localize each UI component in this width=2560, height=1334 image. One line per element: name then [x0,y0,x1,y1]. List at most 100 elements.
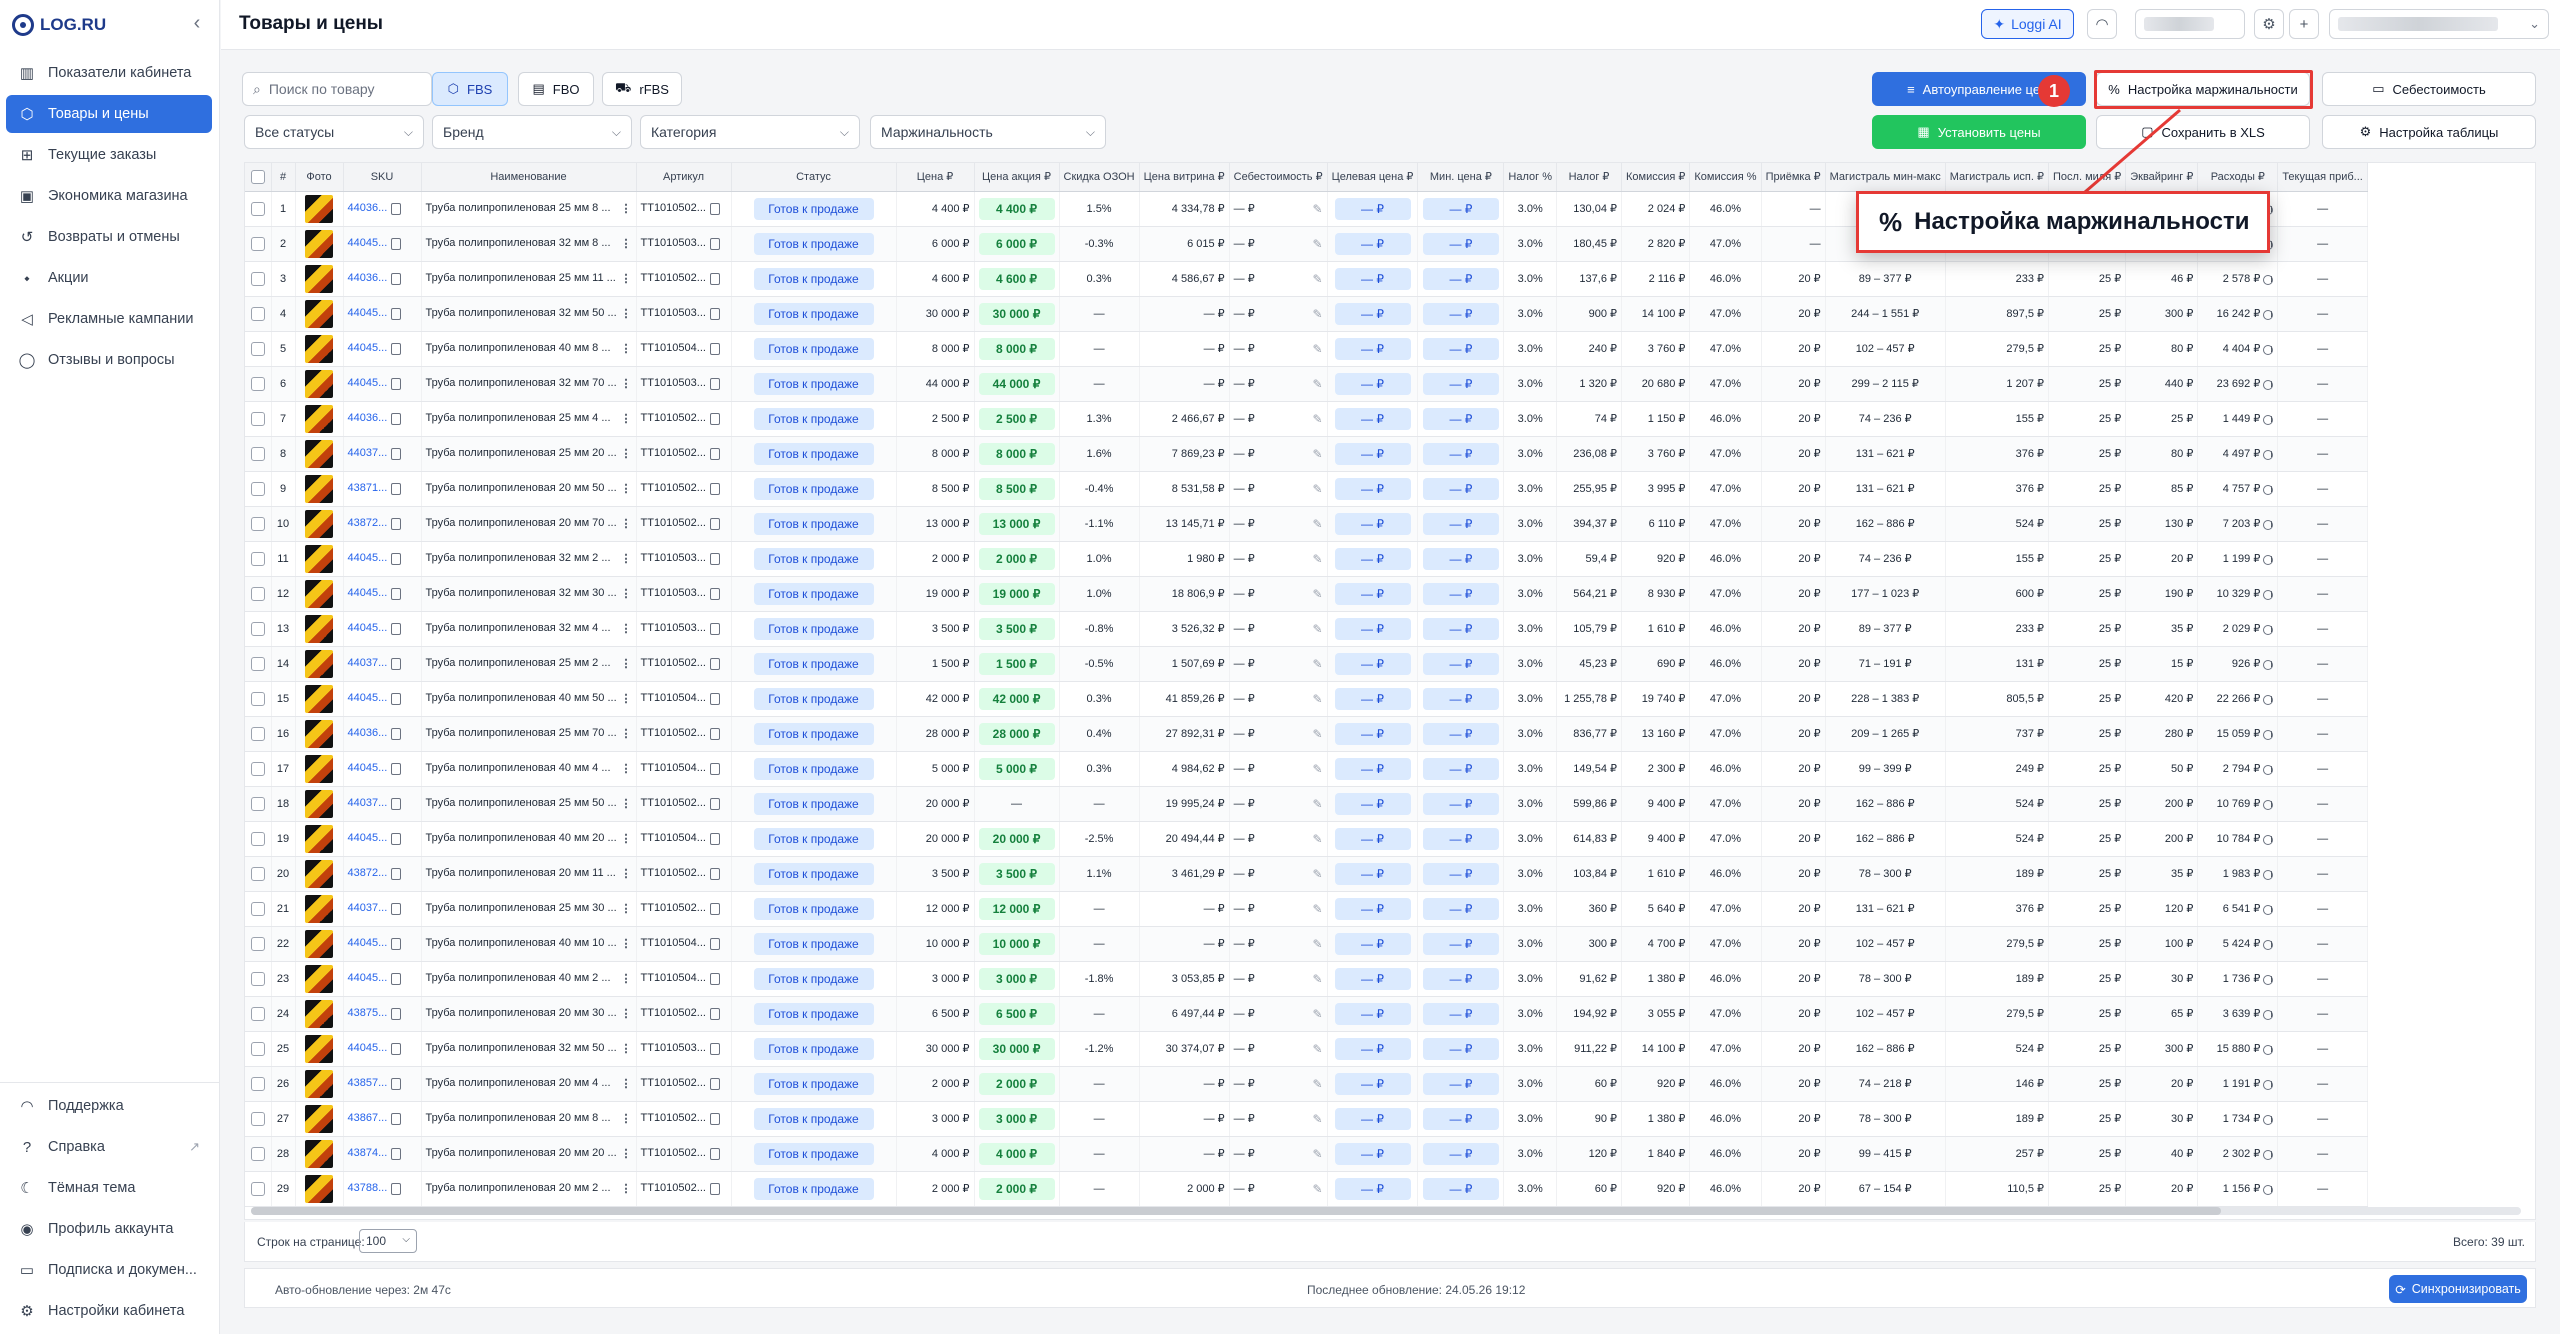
row-checkbox[interactable] [250,411,265,426]
copy-icon[interactable] [709,902,720,915]
product-photo[interactable] [305,264,333,293]
cost-button[interactable]: ▭ Себестоимость [2322,72,2536,106]
scheme-fbo-button[interactable]: ▤ FBO [518,72,594,106]
sidebar-item-0[interactable]: ▥ Показатели кабинета [6,54,212,92]
sidebar-item-103[interactable]: ◉ Профиль аккаунта [6,1210,212,1248]
copy-icon[interactable] [709,202,720,215]
product-photo[interactable] [305,404,333,433]
sync-button[interactable]: ⟳ Синхронизировать [2389,1275,2527,1303]
search-input[interactable] [268,81,419,97]
column-header[interactable]: Налог % [1503,163,1557,192]
row-checkbox[interactable] [250,761,265,776]
info-icon[interactable]: i [2263,835,2274,845]
copy-icon[interactable] [391,587,402,600]
set-prices-button[interactable]: ▦ Установить цены [1872,115,2086,149]
column-header[interactable]: Скидка ОЗОН [1059,163,1140,192]
promo-price[interactable]: 4 000 ₽ [978,1142,1055,1165]
logo[interactable]: LOG.RU [12,12,106,38]
column-header[interactable]: Текущая приб... [2277,163,2368,192]
edit-icon[interactable]: ✎ [1313,1182,1323,1196]
status-badge[interactable]: Готов к продаже [753,722,874,745]
product-photo[interactable] [305,509,333,538]
row-checkbox[interactable] [250,271,265,286]
horizontal-scrollbar[interactable] [251,1207,2521,1215]
sidebar-item-7[interactable]: ◯ Отзывы и вопросы [6,341,212,379]
row-checkbox[interactable] [250,516,265,531]
sku-link[interactable]: 44037... [348,657,388,669]
product-photo[interactable] [305,999,333,1028]
row-select-cell[interactable] [245,681,272,717]
sku-link[interactable]: 43872... [348,867,388,879]
target-price-input[interactable]: — ₽ [1334,372,1411,395]
target-price-input[interactable]: — ₽ [1334,232,1411,255]
status-badge[interactable]: Готов к продаже [753,302,874,325]
row-select-cell[interactable] [245,576,272,612]
copy-icon[interactable] [709,727,720,740]
rows-per-page-select[interactable]: 100 ⌵ [359,1229,417,1253]
product-photo[interactable] [305,649,333,678]
info-icon[interactable]: i [2263,1045,2274,1055]
copy-icon[interactable] [709,272,720,285]
target-price-input[interactable]: — ₽ [1334,547,1411,570]
sku-link[interactable]: 44045... [348,342,388,354]
target-price-input[interactable]: — ₽ [1334,1072,1411,1095]
headset-icon[interactable]: ◠ [2087,9,2117,39]
more-icon[interactable]: ⋮ [621,692,632,705]
product-photo[interactable] [305,789,333,818]
table-row[interactable]: 29 43788... Труба полипропиленовая 20 мм 2… [245,1171,2368,1207]
edit-icon[interactable]: ✎ [1313,237,1323,251]
target-price-input[interactable]: — ₽ [1334,582,1411,605]
row-checkbox[interactable] [250,726,265,741]
copy-icon[interactable] [391,1077,402,1090]
status-filter[interactable]: Все статусы ⌵ [244,115,424,149]
row-select-cell[interactable] [245,611,272,647]
status-badge[interactable]: Готов к продаже [753,617,874,640]
sku-link[interactable]: 44045... [348,972,388,984]
min-price-input[interactable]: — ₽ [1422,967,1499,990]
promo-price[interactable]: 2 500 ₽ [978,407,1055,430]
copy-icon[interactable] [709,1077,720,1090]
more-icon[interactable]: ⋮ [621,272,632,285]
copy-icon[interactable] [391,412,402,425]
row-select-cell[interactable] [245,926,272,962]
status-badge[interactable]: Готов к продаже [753,827,874,850]
more-icon[interactable]: ⋮ [621,342,632,355]
sidebar-item-2[interactable]: ⊞ Текущие заказы [6,136,212,174]
target-price-input[interactable]: — ₽ [1334,442,1411,465]
row-select-cell[interactable] [245,1031,272,1067]
promo-price[interactable]: 13 000 ₽ [978,512,1055,535]
min-price-input[interactable]: — ₽ [1422,722,1499,745]
more-icon[interactable]: ⋮ [621,937,632,950]
info-icon[interactable]: i [2263,310,2274,320]
sidebar-item-1[interactable]: ⬡ Товары и цены [6,95,212,133]
min-price-input[interactable]: — ₽ [1422,512,1499,535]
promo-price[interactable]: 28 000 ₽ [978,722,1055,745]
sku-link[interactable]: 44045... [348,552,388,564]
row-select-cell[interactable] [245,1171,272,1207]
copy-icon[interactable] [709,587,720,600]
row-select-cell[interactable] [245,786,272,822]
min-price-input[interactable]: — ₽ [1422,897,1499,920]
column-header[interactable]: Посл. миля ₽ [2048,163,2127,192]
target-price-input[interactable]: — ₽ [1334,1037,1411,1060]
copy-icon[interactable] [709,412,720,425]
more-icon[interactable]: ⋮ [621,587,632,600]
column-header[interactable]: Магистраль мин-макс [1825,163,1946,192]
column-header[interactable]: Статус [731,163,897,192]
more-icon[interactable]: ⋮ [621,622,632,635]
info-icon[interactable]: i [2263,625,2274,635]
min-price-input[interactable]: — ₽ [1422,372,1499,395]
more-icon[interactable]: ⋮ [621,237,632,250]
sidebar-item-4[interactable]: ↺ Возвраты и отмены [6,218,212,256]
status-badge[interactable]: Готов к продаже [753,1142,874,1165]
target-price-input[interactable]: — ₽ [1334,967,1411,990]
edit-icon[interactable]: ✎ [1313,447,1323,461]
copy-icon[interactable] [709,972,720,985]
table-row[interactable]: 15 44045... Труба полипропиленовая 40 мм 5… [245,681,2368,717]
row-select-cell[interactable] [245,1136,272,1172]
more-icon[interactable]: ⋮ [621,447,632,460]
promo-price[interactable]: 2 000 ₽ [978,1177,1055,1200]
target-price-input[interactable]: — ₽ [1334,932,1411,955]
row-select-cell[interactable] [245,1066,272,1102]
target-price-input[interactable]: — ₽ [1334,477,1411,500]
